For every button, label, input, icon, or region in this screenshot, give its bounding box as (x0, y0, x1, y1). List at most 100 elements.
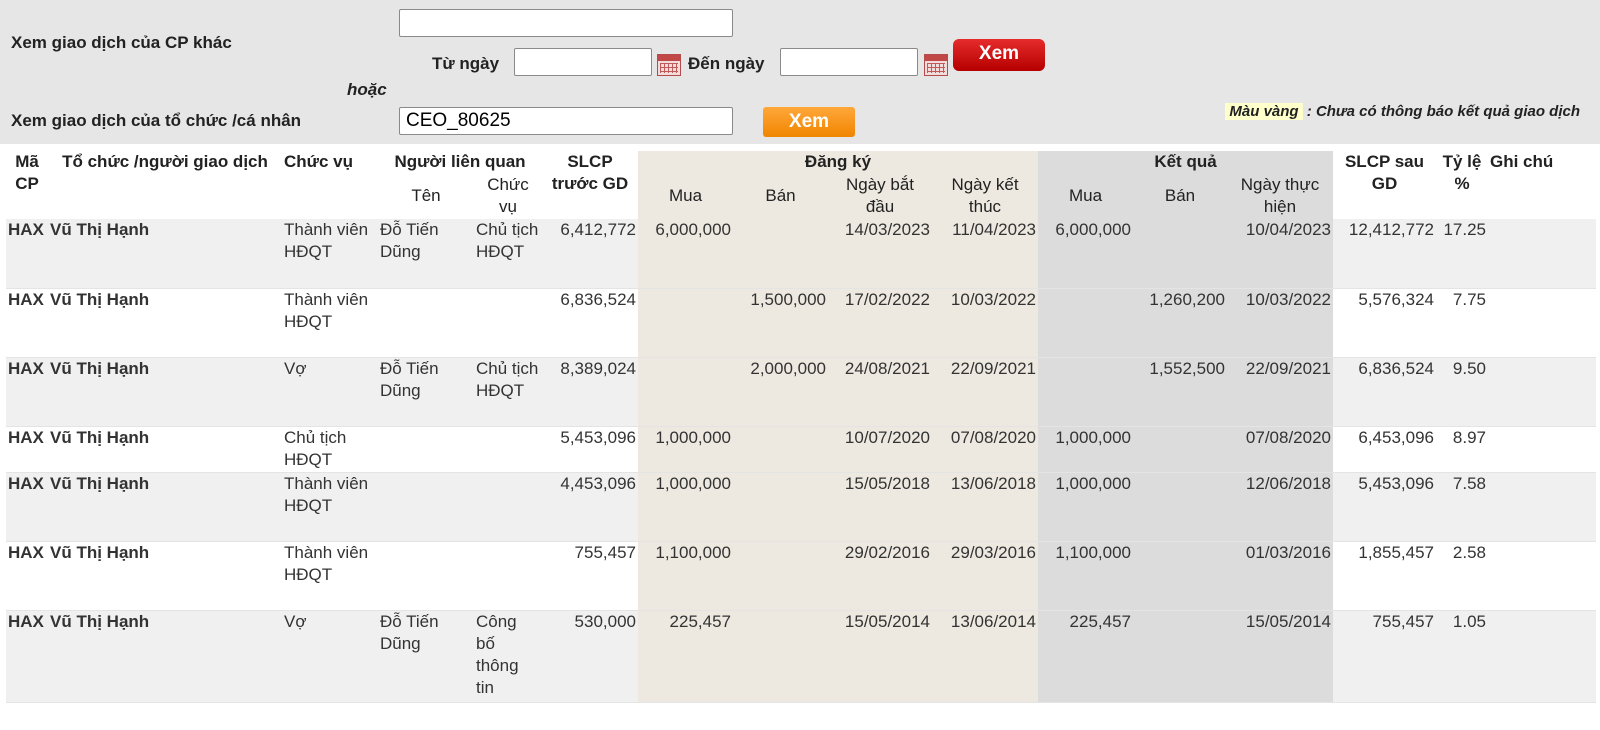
after-qty-cell: 6,453,096 (1333, 426, 1436, 472)
related-position-cell: Công bố thông tin (474, 610, 542, 702)
stock-code-input[interactable] (399, 9, 733, 37)
related-name-cell: Đỗ Tiến Dũng (378, 610, 474, 702)
party-link[interactable]: Vũ Thị Hạnh (48, 426, 282, 472)
view-person-button[interactable]: Xem (763, 107, 855, 137)
ratio-cell: 17.25 (1436, 219, 1488, 288)
res-buy-cell: 1,000,000 (1038, 472, 1133, 541)
col-res-buy: Mua (1038, 173, 1133, 219)
position-cell: Chủ tịch HĐQT (282, 426, 378, 472)
reg-start-cell: 14/03/2023 (828, 219, 932, 288)
code-link[interactable]: HAX (6, 288, 48, 357)
or-label: hoặc (347, 80, 387, 99)
reg-start-cell: 15/05/2014 (828, 610, 932, 702)
res-sell-cell: 1,552,500 (1133, 357, 1227, 426)
code-link[interactable]: HAX (6, 472, 48, 541)
before-qty-cell: 4,453,096 (542, 472, 638, 541)
res-buy-cell: 1,000,000 (1038, 426, 1133, 472)
col-position: Chức vụ (284, 152, 353, 171)
reg-end-cell: 13/06/2018 (932, 472, 1038, 541)
person-code-input[interactable] (399, 107, 733, 135)
reg-start-cell: 10/07/2020 (828, 426, 932, 472)
after-qty-cell: 12,412,772 (1333, 219, 1436, 288)
res-date-cell: 12/06/2018 (1227, 472, 1333, 541)
res-date-cell: 10/03/2022 (1227, 288, 1333, 357)
related-position-cell: Chủ tịch HĐQT (474, 357, 542, 426)
res-date-cell: 07/08/2020 (1227, 426, 1333, 472)
party-link[interactable]: Vũ Thị Hạnh (48, 357, 282, 426)
col-reg-start: Ngày bắt đầu (828, 173, 932, 219)
col-related-position: Chức vụ (487, 175, 529, 216)
col-registration: Đăng ký (638, 151, 1038, 173)
position-cell: Thành viên HĐQT (282, 288, 378, 357)
res-buy-cell (1038, 288, 1133, 357)
note-cell (1488, 541, 1596, 610)
reg-end-cell: 11/04/2023 (932, 219, 1038, 288)
insider-transaction-table: Mã CP Tổ chức /người giao dịch Chức vụ N… (6, 151, 1596, 703)
party-link[interactable]: Vũ Thị Hạnh (48, 219, 282, 288)
code-link[interactable]: HAX (6, 541, 48, 610)
reg-buy-cell: 225,457 (638, 610, 733, 702)
code-link[interactable]: HAX (6, 426, 48, 472)
reg-sell-cell (733, 541, 828, 610)
to-date-calendar-icon[interactable] (924, 54, 948, 76)
res-sell-cell (1133, 219, 1227, 288)
reg-end-cell: 22/09/2021 (932, 357, 1038, 426)
res-buy-cell: 225,457 (1038, 610, 1133, 702)
table-row: HAX Vũ Thị Hạnh Vợ Đỗ Tiến Dũng Chủ tịch HĐQ… (6, 357, 1596, 426)
reg-buy-cell: 1,100,000 (638, 541, 733, 610)
reg-start-cell: 17/02/2022 (828, 288, 932, 357)
res-date-cell: 22/09/2021 (1227, 357, 1333, 426)
col-reg-buy: Mua (638, 173, 733, 219)
note-cell (1488, 357, 1596, 426)
res-buy-cell: 1,100,000 (1038, 541, 1133, 610)
note-cell (1488, 610, 1596, 702)
code-link[interactable]: HAX (6, 357, 48, 426)
party-link[interactable]: Vũ Thị Hạnh (48, 288, 282, 357)
col-ratio: Tỷ lệ % (1442, 152, 1482, 193)
reg-sell-cell (733, 472, 828, 541)
after-qty-cell: 5,576,324 (1333, 288, 1436, 357)
col-reg-sell: Bán (733, 173, 828, 219)
related-position-cell (474, 541, 542, 610)
related-name-cell (378, 472, 474, 541)
res-sell-cell: 1,260,200 (1133, 288, 1227, 357)
ratio-cell: 9.50 (1436, 357, 1488, 426)
before-qty-cell: 6,412,772 (542, 219, 638, 288)
related-position-cell (474, 472, 542, 541)
res-sell-cell (1133, 541, 1227, 610)
col-reg-end: Ngày kết thúc (932, 173, 1038, 219)
reg-buy-cell: 6,000,000 (638, 219, 733, 288)
ratio-cell: 7.58 (1436, 472, 1488, 541)
position-cell: Vợ (282, 357, 378, 426)
reg-buy-cell (638, 288, 733, 357)
ratio-cell: 7.75 (1436, 288, 1488, 357)
from-date-calendar-icon[interactable] (657, 54, 681, 76)
table-row: HAX Vũ Thị Hạnh Thành viên HĐQT 6,836,524 1,… (6, 288, 1596, 357)
reg-buy-cell (638, 357, 733, 426)
before-qty-cell: 8,389,024 (542, 357, 638, 426)
res-sell-cell (1133, 472, 1227, 541)
to-date-input[interactable] (780, 48, 918, 76)
res-date-cell: 15/05/2014 (1227, 610, 1333, 702)
reg-start-cell: 24/08/2021 (828, 357, 932, 426)
reg-buy-cell: 1,000,000 (638, 472, 733, 541)
from-date-input[interactable] (514, 48, 652, 76)
col-code: Mã CP (15, 152, 39, 193)
party-link[interactable]: Vũ Thị Hạnh (48, 541, 282, 610)
party-link[interactable]: Vũ Thị Hạnh (48, 610, 282, 702)
view-stock-button[interactable]: Xem (953, 39, 1045, 71)
before-qty-cell: 530,000 (542, 610, 638, 702)
table-row: HAX Vũ Thị Hạnh Thành viên HĐQT Đỗ Tiến Dũn… (6, 219, 1596, 288)
related-name-cell (378, 426, 474, 472)
res-sell-cell (1133, 610, 1227, 702)
to-date-label: Đến ngày (688, 54, 765, 73)
reg-sell-cell: 1,500,000 (733, 288, 828, 357)
code-link[interactable]: HAX (6, 610, 48, 702)
col-related: Người liên quan (394, 152, 526, 171)
code-link[interactable]: HAX (6, 219, 48, 288)
col-party: Tổ chức /người giao dịch (62, 152, 268, 171)
reg-sell-cell: 2,000,000 (733, 357, 828, 426)
party-link[interactable]: Vũ Thị Hạnh (48, 472, 282, 541)
reg-buy-cell: 1,000,000 (638, 426, 733, 472)
color-legend: Màu vàng : Chưa có thông báo kết quả gia… (1220, 101, 1580, 123)
